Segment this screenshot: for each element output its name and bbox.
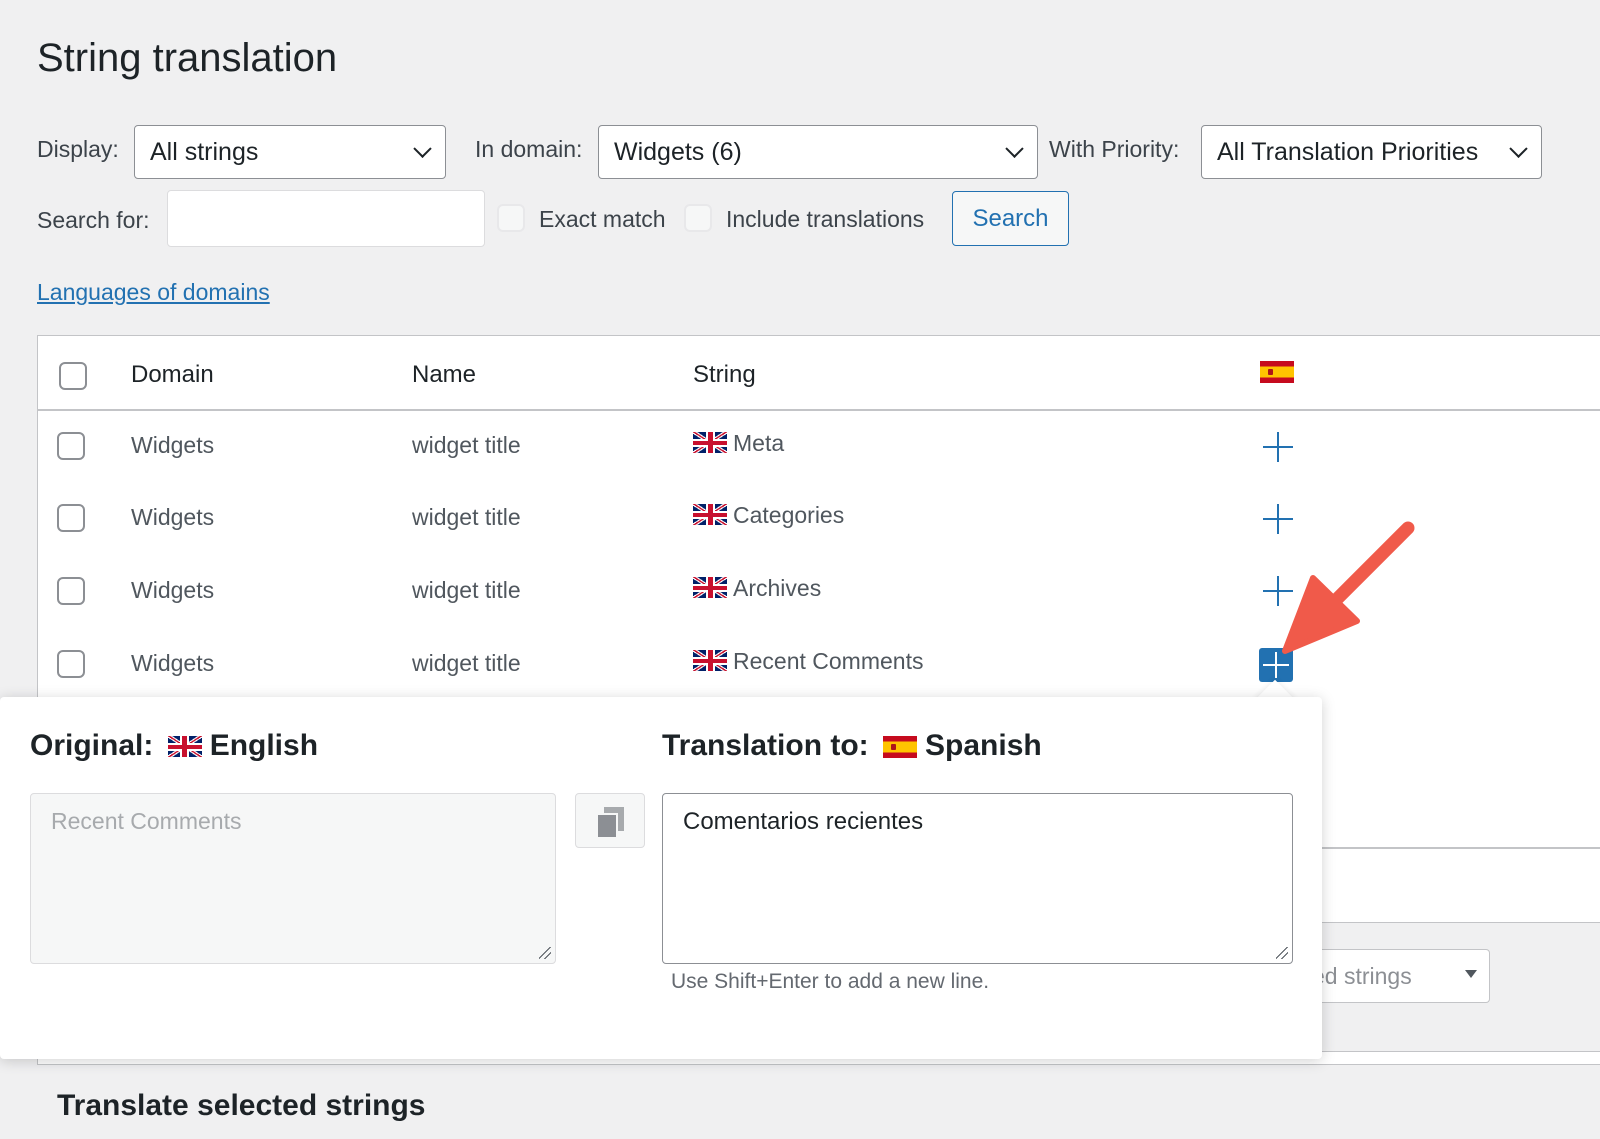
original-heading: Original: English <box>30 729 319 762</box>
column-header-name[interactable]: Name <box>412 361 476 389</box>
row-name: widget title <box>412 577 521 603</box>
row-string: Categories <box>693 502 844 529</box>
resize-handle-icon[interactable] <box>1276 947 1288 959</box>
display-select[interactable]: All strings <box>134 125 446 179</box>
copy-original-button[interactable] <box>575 793 645 848</box>
table-header-divider <box>37 409 1600 411</box>
translate-selected-title: Translate selected strings <box>57 1089 426 1122</box>
original-text-area: Recent Comments <box>30 793 556 964</box>
languages-of-domains-link[interactable]: Languages of domains <box>37 279 270 306</box>
include-translations-checkbox[interactable] <box>684 204 712 232</box>
uk-flag-icon <box>693 432 727 453</box>
row-domain: Widgets <box>131 650 215 676</box>
column-header-string[interactable]: String <box>693 361 756 389</box>
uk-flag-icon <box>693 577 727 598</box>
column-header-domain[interactable]: Domain <box>131 361 214 389</box>
chevron-down-icon <box>413 139 432 158</box>
row-string: Meta <box>693 430 784 457</box>
row-name: widget title <box>412 650 521 676</box>
translation-text-area[interactable]: Comentarios recientes <box>662 793 1293 964</box>
row-checkbox[interactable] <box>57 504 85 532</box>
row-checkbox[interactable] <box>57 577 85 605</box>
add-translation-button[interactable] <box>1261 430 1295 464</box>
uk-flag-icon <box>693 650 727 671</box>
domain-label: In domain: <box>475 136 583 162</box>
table-row-divider <box>1296 847 1600 849</box>
add-translation-button[interactable] <box>1261 574 1295 608</box>
select-all-checkbox[interactable] <box>59 362 87 390</box>
chevron-down-icon <box>1509 139 1528 158</box>
translation-heading: Translation to: Spanish <box>662 729 1042 762</box>
spain-flag-icon <box>883 736 918 758</box>
display-select-value: All strings <box>150 137 259 166</box>
search-button[interactable]: Search <box>952 191 1069 246</box>
bulk-select[interactable]: ed strings <box>1296 949 1490 1003</box>
dropdown-arrow-icon <box>1465 970 1477 978</box>
resize-handle-icon[interactable] <box>539 947 551 959</box>
page-title: String translation <box>37 36 338 80</box>
spain-flag-icon <box>1260 361 1294 383</box>
display-label: Display: <box>37 136 119 162</box>
row-domain: Widgets <box>131 432 215 458</box>
row-domain: Widgets <box>131 577 215 603</box>
shift-enter-hint: Use Shift+Enter to add a new line. <box>671 970 990 993</box>
row-domain: Widgets <box>131 504 215 530</box>
priority-select-value: All Translation Priorities <box>1217 137 1479 166</box>
row-string: Archives <box>693 575 821 602</box>
domain-select[interactable]: Widgets (6) <box>598 125 1038 179</box>
row-string: Recent Comments <box>693 648 923 675</box>
row-checkbox[interactable] <box>57 432 85 460</box>
exact-match-label: Exact match <box>539 206 666 232</box>
uk-flag-icon <box>167 736 202 757</box>
search-input[interactable] <box>167 190 485 247</box>
bulk-select-value: ed strings <box>1312 962 1412 989</box>
row-checkbox[interactable] <box>57 650 85 678</box>
add-translation-button-active[interactable] <box>1259 648 1293 682</box>
uk-flag-icon <box>693 504 727 525</box>
domain-select-value: Widgets (6) <box>614 137 742 166</box>
exact-match-checkbox[interactable] <box>497 204 525 232</box>
priority-select[interactable]: All Translation Priorities <box>1201 125 1542 179</box>
row-name: widget title <box>412 432 521 458</box>
row-name: widget title <box>412 504 521 530</box>
chevron-down-icon <box>1005 139 1024 158</box>
search-label: Search for: <box>37 207 150 233</box>
include-translations-label: Include translations <box>726 206 925 232</box>
add-translation-button[interactable] <box>1261 502 1295 536</box>
priority-label: With Priority: <box>1049 136 1180 162</box>
